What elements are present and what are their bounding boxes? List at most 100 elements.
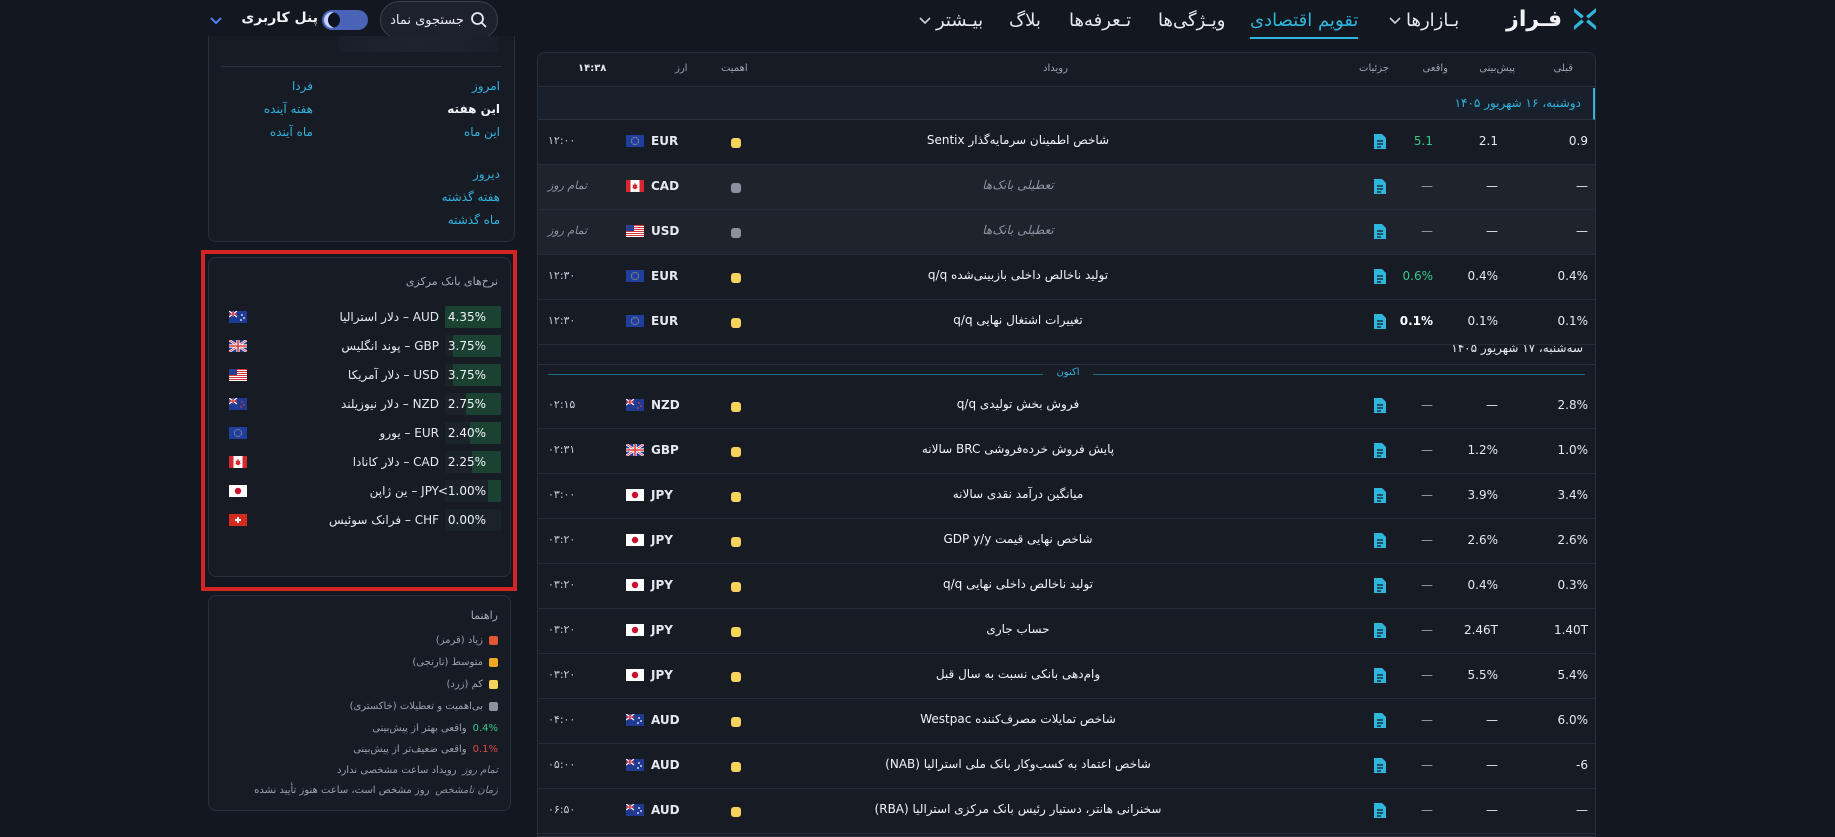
- filter-last-month[interactable]: ماه گذشته: [448, 213, 500, 227]
- filter-last-week[interactable]: هفته گذشته: [442, 190, 500, 204]
- event-name[interactable]: تعطیلی بانک‌ها: [688, 178, 1348, 192]
- event-name[interactable]: شاخص اعتماد به کسب‌وکار بانک ملی استرالی…: [688, 757, 1348, 771]
- event-row[interactable]: 3.4% 3.9% — میانگین درآمد نقدی سالانه JPY ۰۳:…: [538, 474, 1595, 519]
- logo[interactable]: فـراز: [1500, 4, 1600, 34]
- event-row[interactable]: — — — تعطیلی بانک‌ها CAD تمام روز: [538, 165, 1595, 210]
- details-document-icon[interactable]: [1373, 487, 1387, 504]
- event-time: تمام روز: [548, 224, 588, 237]
- event-name[interactable]: پایش فروش خرده‌فروشی BRC سالانه: [688, 442, 1348, 456]
- filter-this-month[interactable]: این ماه: [464, 125, 500, 139]
- event-name[interactable]: میانگین درآمد نقدی سالانه: [688, 487, 1348, 501]
- moon-icon: [324, 12, 340, 28]
- nav-economic-calendar[interactable]: تقویم اقتصادی: [1250, 5, 1359, 39]
- chevron-down-icon[interactable]: [208, 12, 224, 28]
- nav-pricing[interactable]: تـعرفه‌ها: [1069, 5, 1131, 35]
- nav-blog[interactable]: بلاگ: [1009, 5, 1041, 35]
- details-document-icon[interactable]: [1373, 577, 1387, 594]
- nav-pricing-label: تـعرفه‌ها: [1069, 9, 1132, 31]
- event-row[interactable]: 5.4% 5.5% — وام‌دهی بانکی نسبت به سال قبل JP…: [538, 654, 1595, 699]
- importance-dot-icon: [731, 672, 741, 682]
- importance-dot-icon: [731, 273, 741, 283]
- flag-icon: [626, 180, 644, 192]
- details-document-icon[interactable]: [1373, 667, 1387, 684]
- previous-value: 6.0%: [1557, 713, 1589, 727]
- filter-tomorrow[interactable]: فردا: [292, 79, 313, 93]
- details-document-icon[interactable]: [1373, 802, 1387, 819]
- details-document-icon[interactable]: [1373, 622, 1387, 639]
- event-row[interactable]: — — — سخنرانی هانتر، دستیار رئیس بانک مرکزی…: [538, 789, 1595, 834]
- col-event: رویداد: [1043, 63, 1068, 74]
- event-name[interactable]: شاخص نهایی قیمت GDP y/y: [688, 532, 1348, 546]
- previous-value: -6: [1576, 758, 1588, 772]
- details-document-icon[interactable]: [1373, 757, 1387, 774]
- flag-icon: [626, 315, 644, 327]
- details-document-icon[interactable]: [1373, 397, 1387, 414]
- unknown-time-sample: زمان نامشخص: [435, 784, 498, 796]
- forecast-value: 5.5%: [1467, 668, 1499, 682]
- event-row[interactable]: 1.0% 1.2% — پایش فروش خرده‌فروشی BRC سالانه…: [538, 429, 1595, 474]
- nav-markets[interactable]: بـازارها: [1388, 5, 1459, 35]
- event-name[interactable]: وام‌دهی بانکی نسبت به سال قبل: [688, 667, 1348, 681]
- details-document-icon[interactable]: [1373, 133, 1387, 150]
- previous-value: 2.8%: [1557, 398, 1589, 412]
- previous-value: 0.3%: [1557, 578, 1589, 592]
- filter-this-week[interactable]: این هفته: [447, 102, 500, 116]
- event-row[interactable]: 0.3% 0.4% — تولید ناخالص داخلی نهایی q/q JPY…: [538, 564, 1595, 609]
- details-document-icon[interactable]: [1373, 532, 1387, 549]
- details-document-icon[interactable]: [1373, 442, 1387, 459]
- filter-yesterday[interactable]: دیروز: [473, 167, 500, 181]
- event-row[interactable]: 6.0% — — شاخص تمایلات مصرف‌کننده Westpac AUD…: [538, 699, 1595, 744]
- details-document-icon[interactable]: [1373, 712, 1387, 729]
- event-row[interactable]: 0.4% 0.4% 0.6% تولید ناخالص داخلی بازبینی‌ش…: [538, 255, 1595, 300]
- event-name[interactable]: تولید ناخالص داخلی نهایی q/q: [688, 577, 1348, 591]
- guide-card: راهنما زیاد (قرمز) متوسط (نارنجی) کم (زر…: [208, 595, 511, 811]
- details-document-icon[interactable]: [1373, 178, 1387, 195]
- event-row[interactable]: 2.8% — — فروش بخش تولیدی q/q NZD ۰۲:۱۵: [538, 384, 1595, 429]
- currency-code: EUR: [651, 134, 679, 148]
- filter-next-month[interactable]: ماه آینده: [270, 125, 313, 139]
- previous-value: 0.9: [1568, 134, 1588, 148]
- details-document-icon[interactable]: [1373, 313, 1387, 330]
- event-name[interactable]: فروش بخش تولیدی q/q: [688, 397, 1348, 411]
- forecast-value: 2.1: [1478, 134, 1498, 148]
- event-row[interactable]: 1.40T 2.46T — حساب جاری JPY ۰۳:۲۰: [538, 609, 1595, 654]
- event-name[interactable]: تغییرات اشتغال نهایی q/q: [688, 313, 1348, 327]
- event-time: ۰۳:۲۰: [548, 668, 576, 681]
- currency-code: AUD: [651, 758, 680, 772]
- flag-icon: [626, 399, 644, 411]
- guide-item-label: متوسط (نارنجی): [412, 656, 483, 668]
- filter-today[interactable]: امروز: [472, 79, 500, 93]
- search-button[interactable]: جستجوی نماد: [380, 1, 498, 39]
- user-panel-button[interactable]: پنل کاربری: [208, 10, 318, 32]
- event-row[interactable]: 0.9 2.1 5.1 شاخص اطمینان سرمایه‌گذار Sentix…: [538, 120, 1595, 165]
- flag-icon: [626, 489, 644, 501]
- event-name[interactable]: شاخص اطمینان سرمایه‌گذار Sentix: [688, 133, 1348, 147]
- event-row[interactable]: 2.6% 2.6% — شاخص نهایی قیمت GDP y/y JPY ۰۳:۲۰: [538, 519, 1595, 564]
- currency-code: CAD: [651, 179, 680, 193]
- event-name[interactable]: تولید ناخالص داخلی بازبینی‌شده q/q: [688, 268, 1348, 282]
- event-name[interactable]: تعطیلی بانک‌ها: [688, 223, 1348, 237]
- previous-value: 0.4%: [1557, 269, 1589, 283]
- event-row[interactable]: -6— — شاخص اعتماد به کسب‌وکار بانک ملی است…: [538, 744, 1595, 789]
- forecast-value: 0.4%: [1467, 578, 1499, 592]
- guide-title: راهنما: [470, 609, 498, 622]
- event-row[interactable]: — — — تعطیلی بانک‌ها USD تمام روز: [538, 210, 1595, 255]
- current-time: ۱۴:۳۸: [578, 63, 607, 74]
- forecast-value: 1.2%: [1467, 443, 1499, 457]
- col-previous: قبلی: [1553, 63, 1573, 74]
- guide-item-low: کم (زرد): [446, 676, 498, 692]
- nav-more[interactable]: بیـشتر: [918, 5, 983, 35]
- theme-toggle[interactable]: [322, 10, 368, 30]
- guide-item-worse: 0.1% واقعی ضعیف‌تر از پیش‌بینی: [353, 741, 498, 757]
- nav-features[interactable]: ویـژگی‌ها: [1158, 5, 1225, 35]
- event-name[interactable]: حساب جاری: [688, 622, 1348, 636]
- event-name[interactable]: سخنرانی هانتر، دستیار رئیس بانک مرکزی اس…: [688, 802, 1348, 816]
- logo-text: فـراز: [1506, 6, 1562, 32]
- filter-next-week[interactable]: هفته آینده: [264, 102, 313, 116]
- details-document-icon[interactable]: [1373, 223, 1387, 240]
- event-name[interactable]: شاخص تمایلات مصرف‌کننده Westpac: [688, 712, 1348, 726]
- details-document-icon[interactable]: [1373, 268, 1387, 285]
- flag-icon: [626, 270, 644, 282]
- day-header-monday: دوشنبه، ۱۶ شهریور ۱۴۰۵: [538, 88, 1595, 120]
- event-row[interactable]: 0.1% 0.1% 0.1% تغییرات اشتغال نهایی q/q EUR ۱…: [538, 300, 1595, 345]
